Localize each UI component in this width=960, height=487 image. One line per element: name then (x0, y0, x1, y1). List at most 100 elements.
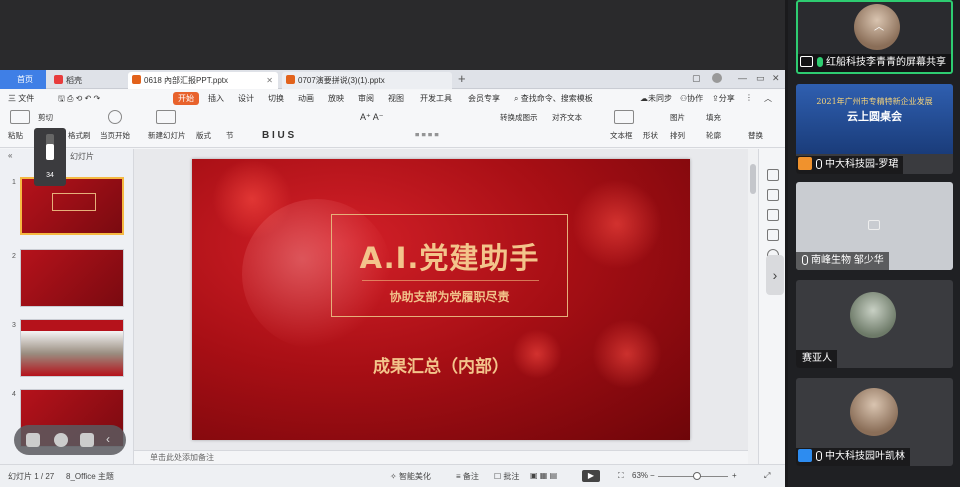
quick-access-icons[interactable]: 🖫 ⎙ ⟲ ↶ ↷ (58, 93, 100, 107)
status-bar: 幻灯片 1 / 27 8_Office 主题 ✧ 智能美化 ≡ 备注 ☐ 批注 … (0, 464, 785, 487)
outline-button[interactable]: 轮廓 (706, 130, 721, 141)
menu-devtools[interactable]: 开发工具 (420, 93, 452, 104)
notes-area[interactable]: 单击此处添加备注 (134, 450, 748, 464)
menu-member[interactable]: 会员专享 (468, 93, 500, 104)
participant-name: 赛亚人 (802, 353, 832, 364)
tab-active-file[interactable]: 0618 內部汇报PPT.pptx ✕ (128, 72, 278, 89)
paste-button[interactable]: 粘贴 (8, 130, 23, 141)
slide-thumbnail-2[interactable] (20, 249, 124, 307)
participant-tile[interactable]: 2021年广州市专精特新企业发展 云上圆桌会 中大科技园-罗珺 (796, 84, 953, 174)
tab-slides[interactable]: 幻灯片 (70, 151, 94, 162)
chevron-left-icon[interactable]: ‹ (106, 432, 110, 446)
picture-button[interactable]: 图片 (670, 112, 685, 123)
grid-icon[interactable] (26, 433, 40, 447)
volume-popup[interactable]: 34 (34, 128, 66, 186)
slide-footer-text[interactable]: 成果汇总（内部） (192, 352, 690, 377)
close-icon[interactable]: ✕ (772, 73, 780, 84)
panel-collapse-handle[interactable]: › (766, 255, 784, 295)
tab-home[interactable]: 首页 (0, 70, 46, 89)
zoom-slider-handle[interactable] (693, 472, 701, 480)
scroll-thumb[interactable] (750, 164, 756, 194)
more-icon[interactable]: ⋮ (745, 93, 753, 102)
theme-name: 8_Office 主题 (66, 472, 114, 481)
fullscreen-icon[interactable]: ⤢ (764, 471, 770, 481)
slide-thumbnail-3[interactable] (20, 319, 124, 377)
menu-file[interactable]: 三 文件 (8, 93, 34, 104)
mic-icon (816, 159, 822, 169)
window-layout-icon[interactable]: ▢ (692, 73, 701, 84)
play-slideshow-button[interactable]: ▶ (582, 470, 600, 482)
right-tool-strip (758, 149, 785, 476)
layout-button[interactable]: 版式 (196, 130, 211, 141)
participant-tile-sharing[interactable]: ︿ 红船科技李青青的屏幕共享 (796, 0, 953, 74)
shape-button[interactable]: 形状 (643, 130, 658, 141)
minimize-icon[interactable]: — (738, 73, 747, 83)
mic-icon (817, 57, 823, 67)
participant-tile[interactable]: 南峰生物 邹少华 (796, 182, 953, 270)
maximize-icon[interactable]: ▭ (756, 73, 765, 84)
menu-bar: 三 文件 🖫 ⎙ ⟲ ↶ ↷ 开始 插入 设计 切换 动画 放映 审阅 视图 开… (0, 90, 785, 108)
collapse-pane-icon[interactable]: « (8, 151, 12, 160)
font-size-icons[interactable]: A⁺ A⁻ (360, 112, 384, 123)
chat-icon[interactable] (80, 433, 94, 447)
menu-switch[interactable]: 切换 (268, 93, 284, 104)
share-button[interactable]: ⇪分享 (712, 93, 735, 104)
arrange-button[interactable]: 排列 (670, 130, 685, 141)
conference-banner-video: 2021年广州市专精特新企业发展 云上圆桌会 (796, 84, 953, 154)
search-command-input[interactable]: ⌕ 查找命令、搜索模板 (514, 93, 593, 104)
view-mode-icons[interactable]: ▣ ▦ ▤ (530, 471, 557, 480)
smart-shape-button[interactable]: 转换成图示 (500, 112, 538, 123)
comments-toggle[interactable]: ☐ 批注 (494, 471, 519, 482)
menu-animation[interactable]: 动画 (298, 93, 314, 104)
collab-button[interactable]: ⚇协作 (680, 93, 703, 104)
emoji-icon[interactable] (54, 433, 68, 447)
property-icon[interactable] (767, 169, 779, 181)
text-format-icons[interactable]: B I U S (262, 130, 294, 141)
thumb-title-box (52, 193, 96, 211)
close-tab-icon[interactable]: ✕ (266, 72, 273, 89)
new-tab-icon[interactable]: + (458, 71, 466, 86)
slide-editing-canvas[interactable]: A.I.党建助手 协助支部为党履职尽责 成果汇总（内部） (134, 149, 748, 450)
avatar[interactable] (712, 73, 722, 83)
participant-tile[interactable]: 中大科技园叶凯林 (796, 378, 953, 466)
copy-icon[interactable] (767, 229, 779, 241)
tab-wps-label: 稻壳 (66, 76, 82, 85)
slide-subtitle[interactable]: 协助支部为党履职尽责 (332, 288, 567, 305)
tab-wps[interactable]: 稻壳 (50, 72, 118, 89)
unsync-button[interactable]: ☁未同步 (640, 93, 672, 104)
menu-review[interactable]: 审阅 (358, 93, 374, 104)
tab-second-file[interactable]: 0707演要拼说(3)(1).pptx (282, 72, 452, 89)
vertical-scrollbar[interactable] (748, 149, 758, 476)
smart-beautify-button[interactable]: ✧ 智能美化 (390, 471, 431, 482)
menu-design[interactable]: 设计 (238, 93, 254, 104)
collapse-ribbon-icon[interactable]: ︿ (764, 93, 772, 104)
avatar (850, 388, 898, 436)
format-painter-button[interactable]: 格式刷 (68, 130, 91, 141)
textbox-button[interactable]: 文本框 (610, 130, 633, 141)
fit-icon[interactable]: ⛶ (618, 471, 624, 481)
select-icon[interactable] (767, 189, 779, 201)
slide-title[interactable]: A.I.党建助手 (332, 235, 567, 277)
participant-label: 南峰生物 邹少华 (796, 252, 889, 270)
align-text-button[interactable]: 对齐文本 (552, 112, 582, 123)
chevron-up-icon[interactable]: ︿ (874, 18, 884, 33)
replace-button[interactable]: 替换 (748, 130, 763, 141)
current-slide[interactable]: A.I.党建助手 协助支部为党履职尽责 成果汇总（内部） (192, 159, 690, 440)
cut-button[interactable]: 剪切 (38, 112, 53, 123)
menu-slideshow[interactable]: 放映 (328, 93, 344, 104)
menu-insert[interactable]: 插入 (208, 93, 224, 104)
from-current-button[interactable]: 当页开始 (100, 130, 130, 141)
zoom-out-icon[interactable]: − (650, 471, 655, 480)
camera-off-icon (868, 220, 880, 230)
menu-view[interactable]: 视图 (388, 93, 404, 104)
zoom-in-icon[interactable]: + (732, 471, 737, 480)
section-button[interactable]: 节 (226, 130, 234, 141)
participant-tile[interactable]: 赛亚人 (796, 280, 953, 368)
fill-button[interactable]: 填充 (706, 112, 721, 123)
menu-start[interactable]: 开始 (173, 92, 199, 105)
paragraph-align-icons[interactable]: ≡ ≡ ≡ ≡ (415, 130, 439, 139)
notes-toggle[interactable]: ≡ 备注 (456, 471, 479, 482)
new-slide-button[interactable]: 新建幻灯片 (148, 130, 186, 141)
volume-slider[interactable] (46, 134, 54, 160)
slide-library-icon[interactable] (767, 209, 779, 221)
